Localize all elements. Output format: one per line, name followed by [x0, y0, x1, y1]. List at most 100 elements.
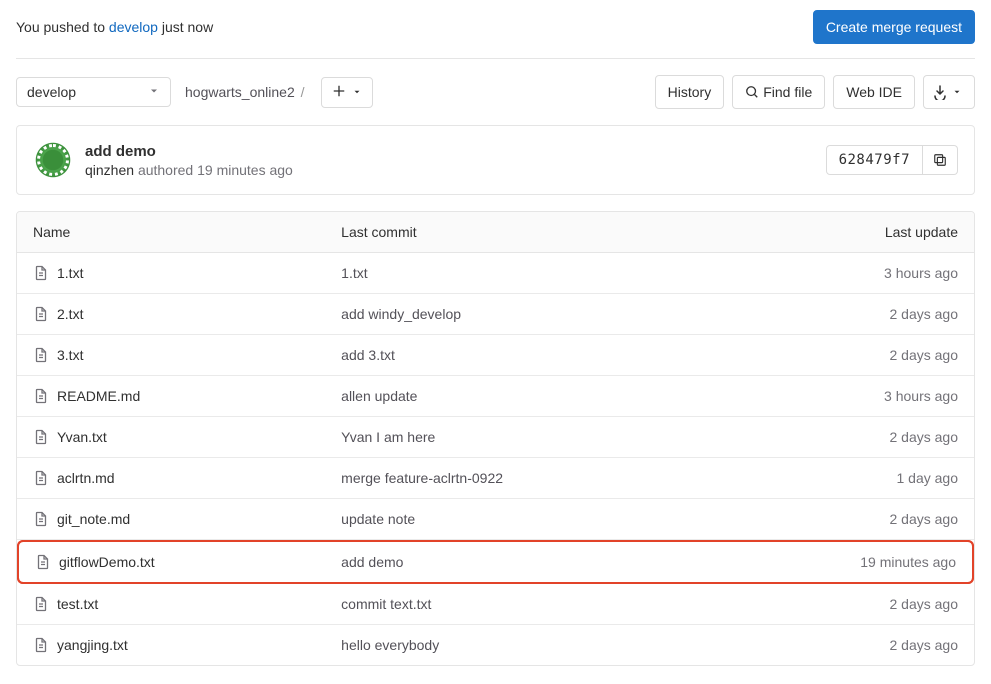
commit-message-link[interactable]: update note [341, 511, 415, 527]
table-row[interactable]: 1.txt 1.txt 3 hours ago [17, 253, 974, 294]
plus-icon [332, 84, 346, 101]
file-link[interactable]: aclrtn.md [33, 470, 309, 486]
push-branch-link[interactable]: develop [109, 19, 158, 35]
download-icon [932, 84, 948, 100]
file-link[interactable]: yangjing.txt [33, 637, 309, 653]
file-icon [33, 429, 49, 445]
file-name: aclrtn.md [57, 470, 115, 486]
file-name: yangjing.txt [57, 637, 128, 653]
file-icon [33, 511, 49, 527]
last-update-cell: 2 days ago [714, 625, 974, 665]
file-name: README.md [57, 388, 140, 404]
last-update-cell: 2 days ago [714, 417, 974, 458]
find-file-label: Find file [763, 82, 812, 102]
header-last-update: Last update [714, 212, 974, 253]
avatar[interactable] [33, 140, 73, 180]
chevron-down-icon [352, 84, 362, 100]
commit-message-link[interactable]: Yvan I am here [341, 429, 435, 445]
tree-action-buttons: History Find file Web IDE [655, 75, 975, 109]
history-button[interactable]: History [655, 75, 725, 109]
table-row[interactable]: aclrtn.md merge feature-aclrtn-0922 1 day … [17, 458, 974, 499]
file-icon [33, 265, 49, 281]
last-commit-card: add demo qinzhen authored 19 minutes ago… [16, 125, 975, 195]
last-update-cell: 3 hours ago [714, 376, 974, 417]
add-dropdown-button[interactable] [321, 77, 373, 108]
commit-message-link[interactable]: hello everybody [341, 637, 439, 653]
file-link[interactable]: 2.txt [33, 306, 309, 322]
file-link[interactable]: gitflowDemo.txt [35, 554, 309, 570]
header-last-commit: Last commit [325, 212, 714, 253]
file-icon [33, 388, 49, 404]
chevron-down-icon [952, 87, 962, 97]
table-row[interactable]: git_note.md update note 2 days ago [17, 499, 974, 540]
table-row[interactable]: 2.txt add windy_develop 2 days ago [17, 294, 974, 335]
header-name: Name [17, 212, 325, 253]
file-icon [33, 306, 49, 322]
commit-sha[interactable]: 628479f7 [826, 145, 923, 175]
file-link[interactable]: test.txt [33, 596, 309, 612]
table-row[interactable]: yangjing.txt hello everybody 2 days ago [17, 625, 974, 665]
file-link[interactable]: git_note.md [33, 511, 309, 527]
breadcrumb-repo[interactable]: hogwarts_online2 [185, 84, 295, 100]
commit-time: 19 minutes ago [197, 162, 293, 178]
file-link[interactable]: Yvan.txt [33, 429, 309, 445]
file-name: gitflowDemo.txt [59, 554, 155, 570]
branch-selector-dropdown[interactable]: develop [16, 77, 171, 107]
file-table: Name Last commit Last update 1.txt 1.txt 3… [16, 211, 975, 666]
table-row[interactable]: Yvan.txt Yvan I am here 2 days ago [17, 417, 974, 458]
commit-message-link[interactable]: merge feature-aclrtn-0922 [341, 470, 503, 486]
copy-sha-button[interactable] [923, 145, 958, 175]
push-prefix: You pushed to [16, 19, 109, 35]
commit-message-link[interactable]: add 3.txt [341, 347, 395, 363]
file-link[interactable]: 3.txt [33, 347, 309, 363]
file-name: 3.txt [57, 347, 83, 363]
file-name: 1.txt [57, 265, 83, 281]
file-name: git_note.md [57, 511, 130, 527]
last-update-cell: 2 days ago [714, 499, 974, 540]
push-notice-text: You pushed to develop just now [16, 19, 213, 35]
file-icon [33, 637, 49, 653]
file-icon [33, 347, 49, 363]
copy-icon [933, 153, 947, 167]
commit-authored-text: authored [138, 162, 193, 178]
file-link[interactable]: README.md [33, 388, 309, 404]
last-update-cell: 1 day ago [714, 458, 974, 499]
last-update-cell: 2 days ago [714, 335, 974, 376]
file-name: test.txt [57, 596, 98, 612]
commit-message-link[interactable]: allen update [341, 388, 417, 404]
commit-message-link[interactable]: add demo [341, 554, 403, 570]
breadcrumb: hogwarts_online2 / [179, 84, 313, 100]
commit-title[interactable]: add demo [85, 143, 826, 160]
download-dropdown-button[interactable] [923, 75, 975, 109]
tree-controls: develop hogwarts_online2 / History Find … [16, 75, 975, 109]
commit-meta: qinzhen authored 19 minutes ago [85, 162, 826, 178]
last-update-cell: 3 hours ago [714, 253, 974, 294]
branch-selector-label: develop [27, 84, 76, 100]
commit-message-link[interactable]: add windy_develop [341, 306, 461, 322]
table-row[interactable]: README.md allen update 3 hours ago [17, 376, 974, 417]
file-icon [33, 470, 49, 486]
table-row[interactable]: 3.txt add 3.txt 2 days ago [17, 335, 974, 376]
file-link[interactable]: 1.txt [33, 265, 309, 281]
last-update-cell: 2 days ago [714, 584, 974, 625]
last-update-cell: 2 days ago [714, 294, 974, 335]
find-file-button[interactable]: Find file [732, 75, 825, 109]
breadcrumb-separator: / [301, 84, 305, 100]
search-icon [745, 85, 759, 99]
commit-message-link[interactable]: commit text.txt [341, 596, 431, 612]
chevron-down-icon [148, 84, 160, 100]
push-notice-bar: You pushed to develop just now Create me… [16, 0, 975, 59]
push-suffix: just now [158, 19, 213, 35]
commit-author[interactable]: qinzhen [85, 162, 134, 178]
commit-sha-group: 628479f7 [826, 145, 958, 175]
table-row[interactable]: gitflowDemo.txt add demo 19 minutes ago [17, 540, 974, 584]
last-update-cell: 19 minutes ago [714, 540, 974, 584]
web-ide-button[interactable]: Web IDE [833, 75, 915, 109]
create-merge-request-button[interactable]: Create merge request [813, 10, 975, 44]
file-icon [33, 596, 49, 612]
file-table-header-row: Name Last commit Last update [17, 212, 974, 253]
file-name: 2.txt [57, 306, 83, 322]
table-row[interactable]: test.txt commit text.txt 2 days ago [17, 584, 974, 625]
commit-message-link[interactable]: 1.txt [341, 265, 367, 281]
file-name: Yvan.txt [57, 429, 107, 445]
